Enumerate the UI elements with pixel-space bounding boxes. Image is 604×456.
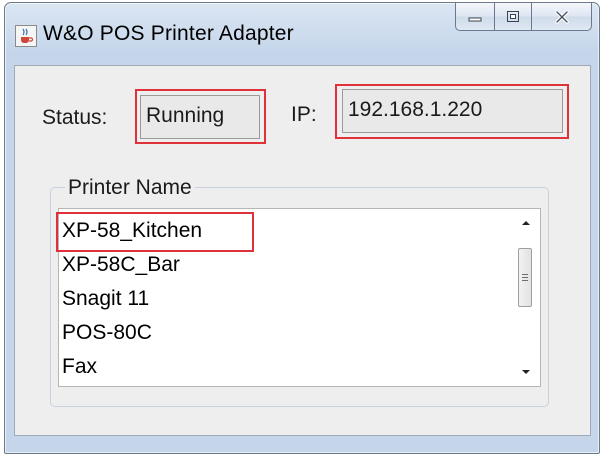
java-cup-icon bbox=[15, 25, 37, 47]
window-title: W&O POS Printer Adapter bbox=[43, 22, 294, 45]
close-icon bbox=[554, 9, 569, 24]
printer-list-item[interactable]: XP-58_Kitchen bbox=[59, 214, 510, 248]
printer-list-item[interactable]: XP-58C_Bar bbox=[59, 248, 510, 282]
status-label: Status: bbox=[42, 106, 108, 129]
app-window: W&O POS Printer Adapter Status: Running … bbox=[4, 2, 600, 454]
title-bar[interactable]: W&O POS Printer Adapter bbox=[5, 3, 599, 65]
printer-list-item[interactable]: Fax bbox=[59, 350, 510, 384]
scroll-up-button[interactable] bbox=[511, 210, 540, 236]
triangle-up-icon bbox=[521, 221, 530, 225]
printer-list[interactable]: XP-58_Kitchen XP-58C_Bar Snagit 11 POS-8… bbox=[58, 208, 541, 387]
ip-label: IP: bbox=[291, 103, 317, 126]
printer-group-label: Printer Name bbox=[65, 176, 195, 200]
printer-group: Printer Name XP-58_Kitchen XP-58C_Bar Sn… bbox=[50, 176, 549, 407]
triangle-down-icon bbox=[521, 370, 530, 374]
printer-list-item[interactable]: POS-80C bbox=[59, 316, 510, 350]
scroll-down-button[interactable] bbox=[511, 359, 540, 385]
caption-buttons bbox=[455, 3, 592, 31]
client-area: Status: Running IP: 192.168.1.220 Printe… bbox=[14, 65, 591, 436]
grip-line bbox=[522, 277, 528, 278]
vertical-scrollbar[interactable] bbox=[511, 209, 540, 386]
close-button[interactable] bbox=[532, 3, 592, 31]
status-field: Running bbox=[140, 95, 260, 139]
grip-line bbox=[522, 274, 528, 275]
ip-field: 192.168.1.220 bbox=[342, 89, 563, 133]
printer-list-item[interactable]: Snagit 11 bbox=[59, 282, 510, 316]
minimize-button[interactable] bbox=[455, 3, 495, 31]
maximize-button[interactable] bbox=[495, 3, 532, 31]
scroll-thumb[interactable] bbox=[518, 248, 532, 307]
maximize-icon bbox=[507, 10, 519, 22]
minimize-icon bbox=[468, 17, 482, 21]
grip-line bbox=[522, 280, 528, 281]
